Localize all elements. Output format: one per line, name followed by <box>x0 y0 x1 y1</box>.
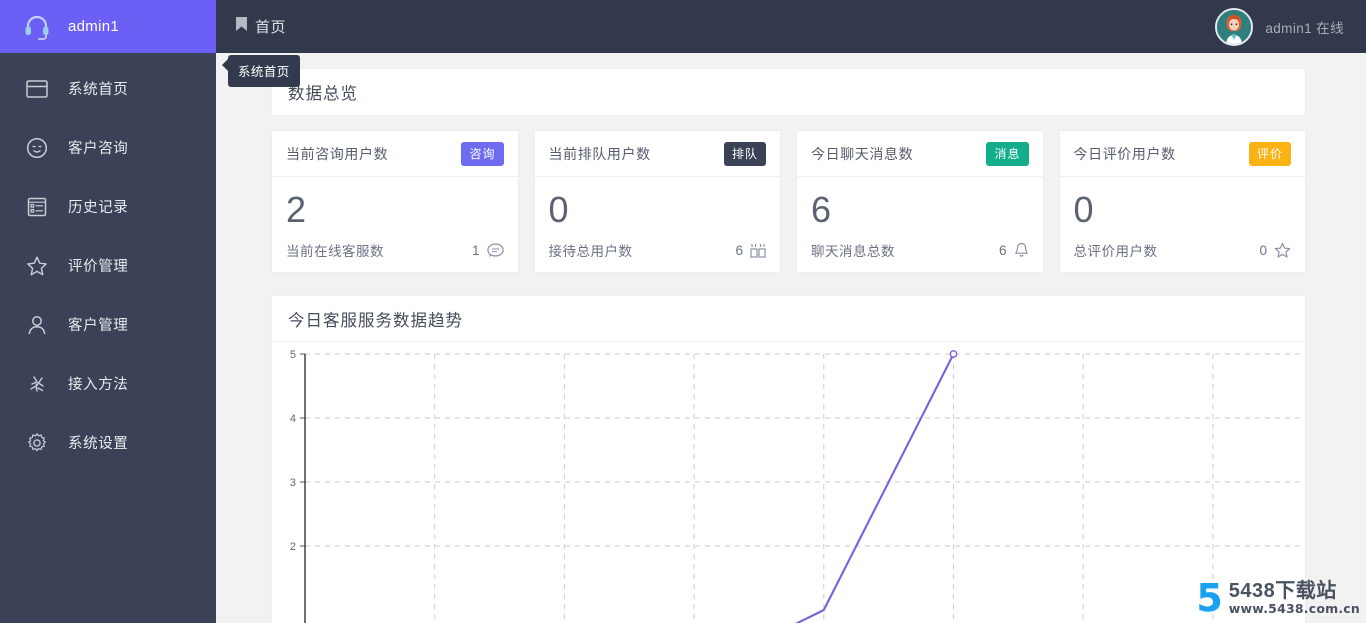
brand-name: admin1 <box>68 18 119 35</box>
trend-panel: 今日客服服务数据趋势 5 4 3 2 <box>271 295 1306 623</box>
card-foot-label: 当前在线客服数 <box>286 244 384 259</box>
headset-icon <box>22 12 52 42</box>
sidebar-brand[interactable]: admin1 <box>0 0 216 53</box>
stat-cards: 当前咨询用户数 咨询 2 当前在线客服数 1 当前排队用户数 排队 0 接待总用… <box>271 130 1306 273</box>
user-menu[interactable]: admin1 在线 <box>1215 7 1344 46</box>
card-foot-value: 6 <box>735 242 743 258</box>
card-value: 0 <box>1073 189 1095 230</box>
svg-text:2: 2 <box>290 541 296 553</box>
card-value: 6 <box>811 189 833 230</box>
card-title: 今日聊天消息数 <box>811 145 914 162</box>
status-badge: 消息 <box>986 141 1029 166</box>
status-badge: 排队 <box>723 141 766 166</box>
card-value: 0 <box>548 189 570 230</box>
card-foot-right: 0 <box>1259 242 1291 258</box>
card-value: 2 <box>286 189 308 230</box>
app-root: admin1 系统首页 客户咨询 历史记录 评价管理 客户管理 接入方法 系统设… <box>0 0 1366 623</box>
user-status-label: admin1 在线 <box>1265 20 1344 36</box>
tab-home[interactable]: 首页 <box>235 16 286 37</box>
main-content: 数据总览 当前咨询用户数 咨询 2 当前在线客服数 1 当前排队用户数 排队 0… <box>216 53 1366 623</box>
card-header: 今日聊天消息数 消息 <box>797 131 1043 177</box>
sidebar-nav: 系统首页 客户咨询 历史记录 评价管理 客户管理 接入方法 系统设置 <box>0 53 216 472</box>
status-badge: 咨询 <box>461 141 504 166</box>
grid-people-icon <box>750 243 766 258</box>
sidebar: admin1 系统首页 客户咨询 历史记录 评价管理 客户管理 接入方法 系统设… <box>0 0 216 623</box>
card-title: 当前咨询用户数 <box>286 145 389 162</box>
card-foot-value: 1 <box>471 242 480 258</box>
card-header: 今日评价用户数 评价 <box>1059 131 1305 177</box>
gear-icon <box>22 428 52 458</box>
sidebar-item-label: 历史记录 <box>68 200 129 216</box>
sidebar-item-history[interactable]: 历史记录 <box>0 177 216 236</box>
user-icon <box>22 310 52 340</box>
sidebar-item-system-home[interactable]: 系统首页 <box>0 59 216 118</box>
card-footer: 接待总用户数 6 <box>549 240 767 260</box>
card-foot-right: 1 <box>472 243 504 258</box>
card-body: 0 接待总用户数 6 <box>535 177 781 272</box>
card-body: 6 聊天消息总数 6 <box>797 177 1043 272</box>
card-header: 当前排队用户数 排队 <box>534 131 780 177</box>
card-foot-label: 接待总用户数 <box>548 244 633 259</box>
sidebar-item-label: 评价管理 <box>68 259 129 275</box>
plug-icon <box>22 369 52 399</box>
chart-svg: 5 4 3 2 <box>290 349 1305 623</box>
card-header: 当前咨询用户数 咨询 <box>272 131 518 177</box>
window-icon <box>22 74 52 104</box>
stat-card-reviews: 今日评价用户数 评价 0 总评价用户数 0 <box>1058 130 1306 273</box>
trend-title: 今日客服服务数据趋势 <box>272 296 1305 342</box>
topbar: 首页 admin1 在线 <box>216 0 1366 53</box>
card-body: 2 当前在线客服数 1 <box>272 177 518 272</box>
card-title: 今日评价用户数 <box>1073 145 1176 162</box>
chat-bubble-icon <box>486 242 504 258</box>
status-badge: 评价 <box>1248 141 1291 166</box>
card-body: 0 总评价用户数 0 <box>1060 177 1306 272</box>
card-footer: 当前在线客服数 1 <box>286 240 504 260</box>
overview-panel: 数据总览 <box>271 68 1306 116</box>
sidebar-item-label: 客户管理 <box>68 318 129 334</box>
sidebar-item-review-manage[interactable]: 评价管理 <box>0 236 216 295</box>
stat-card-queue: 当前排队用户数 排队 0 接待总用户数 6 <box>533 130 781 273</box>
avatar <box>1215 7 1254 46</box>
stat-card-messages: 今日聊天消息数 消息 6 聊天消息总数 6 <box>796 130 1044 273</box>
card-foot-value: 6 <box>998 242 1007 258</box>
page-title: 数据总览 <box>288 85 358 103</box>
svg-text:4: 4 <box>290 413 296 425</box>
sidebar-item-label: 系统设置 <box>68 436 129 452</box>
card-foot-label: 总评价用户数 <box>1073 244 1158 259</box>
card-foot-right: 6 <box>999 242 1029 258</box>
bell-icon <box>1014 242 1029 258</box>
star-icon <box>22 251 52 281</box>
stat-card-consulting: 当前咨询用户数 咨询 2 当前在线客服数 1 <box>271 130 519 273</box>
sidebar-item-customer-consult[interactable]: 客户咨询 <box>0 118 216 177</box>
sidebar-item-label: 接入方法 <box>68 377 129 393</box>
sidebar-item-system-settings[interactable]: 系统设置 <box>0 413 216 472</box>
card-title: 当前排队用户数 <box>548 145 651 162</box>
tab-tooltip: 系统首页 <box>222 55 300 87</box>
card-foot-value: 0 <box>1259 242 1267 258</box>
trend-chart[interactable]: 5 4 3 2 <box>272 342 1305 623</box>
svg-text:3: 3 <box>290 477 296 489</box>
tab-home-label: 首页 <box>255 19 287 36</box>
sidebar-item-customer-manage[interactable]: 客户管理 <box>0 295 216 354</box>
bookmark-icon <box>235 16 248 37</box>
card-foot-right: 6 <box>735 243 766 258</box>
card-foot-label: 聊天消息总数 <box>811 244 895 259</box>
card-footer: 总评价用户数 0 <box>1074 240 1292 260</box>
card-footer: 聊天消息总数 6 <box>811 240 1029 260</box>
svg-text:5: 5 <box>290 349 296 361</box>
sidebar-item-label: 客户咨询 <box>68 141 129 157</box>
sidebar-item-label: 系统首页 <box>68 82 129 98</box>
clipboard-icon <box>22 192 52 222</box>
star-outline-icon <box>1274 242 1291 258</box>
smiley-icon <box>22 133 52 163</box>
sidebar-item-access-method[interactable]: 接入方法 <box>0 354 216 413</box>
